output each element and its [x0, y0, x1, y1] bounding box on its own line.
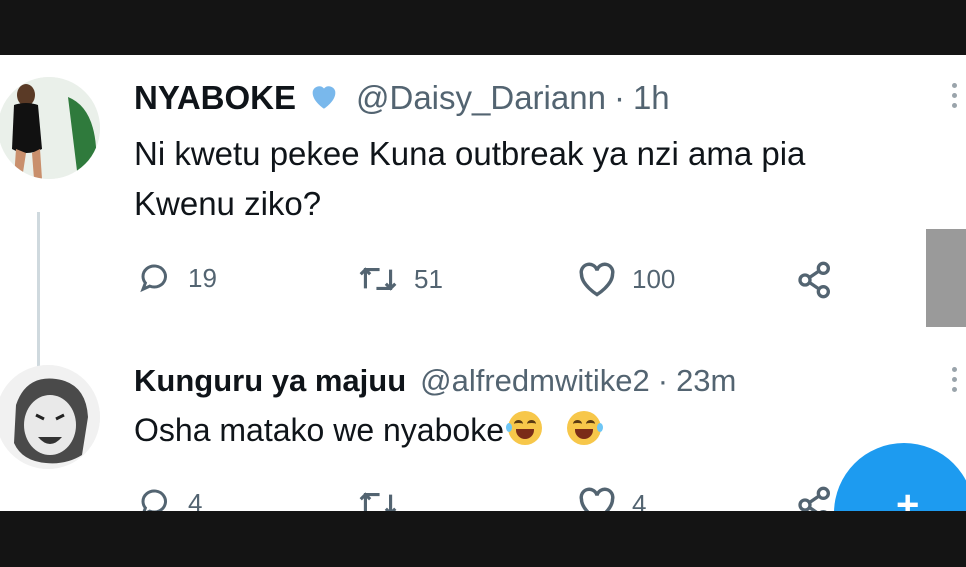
- reply-share-button[interactable]: [795, 485, 835, 511]
- tears-of-joy-emoji-icon: [505, 411, 542, 445]
- tears-of-joy-emoji-icon: [566, 411, 603, 445]
- nyaboke-avatar[interactable]: [0, 77, 100, 179]
- like-button[interactable]: 100: [576, 260, 675, 298]
- reply-text-body: Osha matako we nyaboke: [134, 412, 504, 448]
- tweet-handle[interactable]: @Daisy_Dariann: [356, 79, 606, 117]
- reply-retweet-button[interactable]: [356, 487, 400, 511]
- reply-header: Kunguru ya majuu @alfredmwitike2 · 23m: [134, 363, 736, 399]
- kunguru-avatar[interactable]: [0, 365, 100, 469]
- verified-badge-icon: [306, 79, 342, 121]
- reply-button[interactable]: 19: [136, 260, 217, 296]
- tweet-display-name[interactable]: NYABOKE: [134, 79, 296, 117]
- tweet-text-line-1: Ni kwetu pekee Kuna outbreak ya nzi ama …: [134, 135, 806, 172]
- like-icon: [576, 485, 618, 511]
- tweet-timestamp[interactable]: 1h: [633, 79, 670, 117]
- reply-handle[interactable]: @alfredmwitike2: [420, 363, 650, 399]
- share-button[interactable]: [795, 260, 835, 300]
- reply-text: Osha matako we nyaboke: [134, 407, 603, 453]
- retweet-count: 51: [414, 263, 443, 294]
- reply-like-count: 4: [632, 488, 647, 512]
- like-icon: [576, 260, 618, 298]
- reply-more-icon[interactable]: [952, 367, 960, 397]
- tweet-header: NYABOKE @Daisy_Dariann · 1h: [134, 79, 670, 121]
- reply-like-button[interactable]: 4: [576, 485, 646, 511]
- compose-icon: +: [896, 483, 920, 511]
- reply-count: 19: [188, 262, 217, 293]
- tweet-thread-screen: NYABOKE @Daisy_Dariann · 1h Ni kwetu pek…: [0, 55, 966, 511]
- tweet-text: Ni kwetu pekee Kuna outbreak ya nzi ama …: [134, 129, 805, 229]
- reply-reply-button[interactable]: 4: [136, 485, 202, 511]
- retweet-icon: [356, 262, 400, 296]
- tweet-text-line-2: Kwenu ziko?: [134, 185, 322, 222]
- side-scroll-tab[interactable]: [926, 229, 966, 327]
- reply-display-name[interactable]: Kunguru ya majuu: [134, 363, 406, 399]
- reply-reply-count: 4: [188, 487, 203, 512]
- more-icon[interactable]: [952, 83, 960, 113]
- tweet-separator: ·: [613, 79, 625, 116]
- like-count: 100: [632, 263, 676, 294]
- reply-icon: [136, 485, 174, 511]
- retweet-button[interactable]: 51: [356, 262, 443, 296]
- share-icon: [795, 485, 835, 511]
- reply-timestamp[interactable]: 23m: [676, 363, 736, 399]
- reply-icon: [136, 260, 174, 296]
- reply-separator: ·: [657, 363, 669, 398]
- retweet-icon: [356, 487, 400, 511]
- share-icon: [795, 260, 835, 300]
